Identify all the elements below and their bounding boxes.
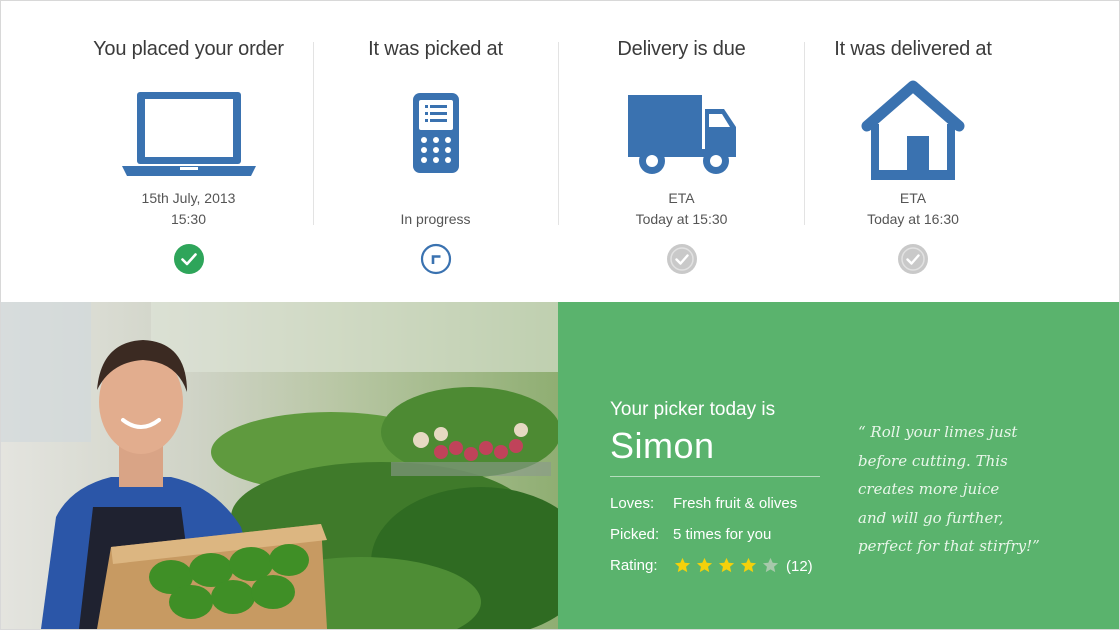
quote-line: and will go further, xyxy=(858,508,1004,527)
quote-line: before cutting. This xyxy=(858,451,1008,470)
order-date: 15th July, 2013 xyxy=(141,190,236,206)
panel-notch xyxy=(560,455,586,511)
step-delivery-due: Delivery is due ETA Today at 15:30 xyxy=(559,0,804,300)
check-pending-icon xyxy=(897,243,929,275)
check-pending-icon xyxy=(666,243,698,275)
star-filled-icon xyxy=(696,557,713,573)
delivered-eta-time: Today at 16:30 xyxy=(867,211,959,227)
picker-quote: “ Roll your limes just before cutting. T… xyxy=(858,418,1078,561)
loves-label: Loves: xyxy=(610,495,655,512)
rating-count: (12) xyxy=(786,558,813,575)
picked-value: 5 times for you xyxy=(673,526,772,543)
loves-value: Fresh fruit & olives xyxy=(673,495,798,512)
picked-status-text: In progress xyxy=(400,211,471,227)
star-filled-icon xyxy=(740,557,757,573)
delivery-eta-time: Today at 15:30 xyxy=(635,211,728,227)
check-complete-icon xyxy=(173,243,205,275)
picker-divider xyxy=(610,476,820,477)
step-picked: It was picked at In progress xyxy=(314,0,557,300)
phone-icon xyxy=(411,92,461,179)
step-order-placed: You placed your order 15th July, 2013 15… xyxy=(67,0,310,300)
order-time: 15:30 xyxy=(170,211,207,227)
picker-photo xyxy=(1,302,559,629)
step-delivered: It was delivered at ETA Today at 16:30 xyxy=(805,0,1021,300)
rating-label: Rating: xyxy=(610,557,658,574)
picker-heading: Your picker today is xyxy=(610,399,776,420)
rating-stars: (12) xyxy=(673,557,813,575)
star-filled-icon xyxy=(718,557,735,573)
quote-line: perfect for that stirfry!” xyxy=(858,537,1040,555)
quote-line: “ Roll your limes just xyxy=(858,423,1018,441)
star-empty-icon xyxy=(762,557,779,573)
step-title: It was picked at xyxy=(368,38,503,60)
step-title: Delivery is due xyxy=(617,38,746,60)
delivery-eta-label: ETA xyxy=(668,190,695,206)
picker-name: Simon xyxy=(610,425,715,466)
laptop-icon xyxy=(120,90,258,185)
truck-icon xyxy=(626,93,738,182)
step-title: You placed your order xyxy=(93,38,284,60)
star-filled-icon xyxy=(674,557,691,573)
house-icon xyxy=(859,80,967,185)
step-title: It was delivered at xyxy=(834,38,992,60)
in-progress-icon xyxy=(420,243,452,275)
order-tracker: You placed your order 15th July, 2013 15… xyxy=(67,0,1053,300)
quote-line: creates more juice xyxy=(858,480,1000,498)
picked-label: Picked: xyxy=(610,526,660,543)
delivered-eta-label: ETA xyxy=(899,190,927,206)
